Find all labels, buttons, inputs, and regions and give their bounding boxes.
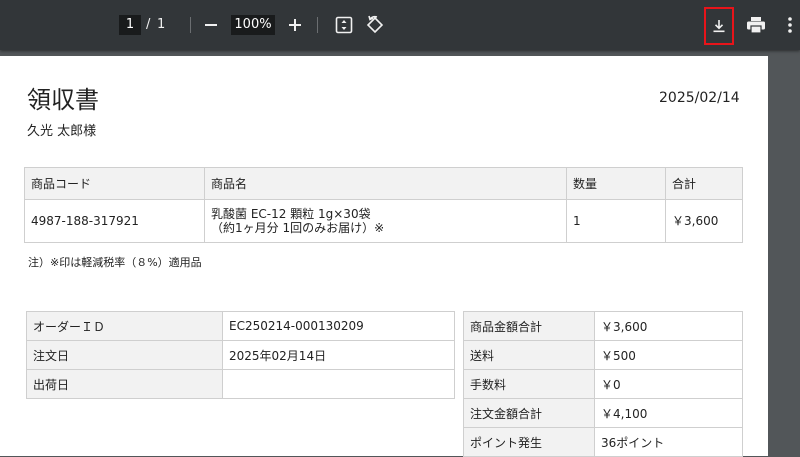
rotate-button[interactable] <box>362 12 388 38</box>
item-name-line: （約1ヶ月分 1回のみお届け）※ <box>211 221 385 235</box>
item-total: ￥3,600 <box>665 199 743 243</box>
totals-label: 手数料 <box>463 369 595 399</box>
table-row: 注文日 2025年02月14日 <box>26 340 455 370</box>
page-total: 1 <box>157 17 166 32</box>
totals-value: ￥3,600 <box>594 311 743 341</box>
totals-label: 商品金額合計 <box>463 311 595 341</box>
toolbar-divider <box>190 17 191 33</box>
minus-icon <box>205 24 217 26</box>
totals-table: 商品金額合計 ￥3,600 送料 ￥500 手数料 ￥0 注文金額合計 ￥4,1… <box>463 311 743 457</box>
order-info-label: オーダーＩＤ <box>26 311 223 341</box>
totals-value: ￥500 <box>594 340 743 370</box>
order-info-label: 出荷日 <box>26 369 223 399</box>
zoom-in-button[interactable] <box>282 12 308 38</box>
zoom-out-button[interactable] <box>198 12 224 38</box>
tax-note: 注）※印は軽減税率（８%）適用品 <box>28 256 202 269</box>
table-row: 注文金額合計 ￥4,100 <box>463 398 743 428</box>
order-info-value <box>222 369 455 399</box>
order-info-value: EC250214-000130209 <box>222 311 455 341</box>
column-header: 商品コード <box>24 167 205 200</box>
viewer-scrollbar[interactable] <box>768 56 800 445</box>
column-header: 数量 <box>566 167 666 200</box>
order-info-label: 注文日 <box>26 340 223 370</box>
print-button[interactable] <box>743 12 769 38</box>
page-separator: / <box>146 17 151 32</box>
table-row: 手数料 ￥0 <box>463 369 743 399</box>
table-row: オーダーＩＤ EC250214-000130209 <box>26 311 455 341</box>
totals-value: 36ポイント <box>594 427 743 457</box>
table-row: 商品金額合計 ￥3,600 <box>463 311 743 341</box>
items-table: 商品コード 商品名 数量 合計 4987-188-317921 乳酸菌 EC-1… <box>24 167 743 243</box>
item-name: 乳酸菌 EC-12 顆粒 1g×30袋 （約1ヶ月分 1回のみお届け）※ <box>204 199 567 243</box>
item-name-line: 乳酸菌 EC-12 顆粒 1g×30袋 <box>211 207 371 221</box>
print-icon <box>747 17 765 34</box>
fit-page-button[interactable] <box>331 12 357 38</box>
table-row: 送料 ￥500 <box>463 340 743 370</box>
table-header-row: 商品コード 商品名 数量 合計 <box>24 167 743 200</box>
document-date: 2025/02/14 <box>659 90 740 106</box>
customer-name: 久光 太郎様 <box>27 124 97 139</box>
totals-label: 送料 <box>463 340 595 370</box>
item-quantity: 1 <box>566 199 666 243</box>
pdf-toolbar: 1 / 1 100% <box>0 0 800 50</box>
totals-value: ￥4,100 <box>594 398 743 428</box>
more-options-button[interactable] <box>780 12 800 38</box>
download-button[interactable] <box>704 7 734 45</box>
plus-icon <box>289 19 301 31</box>
pdf-page: 領収書 2025/02/14 久光 太郎様 商品コード 商品名 数量 合計 49… <box>0 56 768 457</box>
rotate-icon <box>366 15 384 34</box>
item-code: 4987-188-317921 <box>24 199 205 243</box>
more-vert-icon <box>788 17 792 33</box>
totals-label: 注文金額合計 <box>463 398 595 428</box>
table-row: 出荷日 <box>26 369 455 399</box>
column-header: 合計 <box>665 167 743 200</box>
table-row: ポイント発生 36ポイント <box>463 427 743 457</box>
toolbar-divider <box>317 17 318 33</box>
document-title: 領収書 <box>27 86 99 114</box>
download-icon <box>713 20 725 33</box>
order-info-value: 2025年02月14日 <box>222 340 455 370</box>
fit-page-icon <box>335 16 353 34</box>
page-number-input[interactable]: 1 <box>119 15 141 35</box>
totals-value: ￥0 <box>594 369 743 399</box>
table-row: 4987-188-317921 乳酸菌 EC-12 顆粒 1g×30袋 （約1ヶ… <box>24 199 743 243</box>
zoom-level-input[interactable]: 100% <box>231 15 275 35</box>
totals-label: ポイント発生 <box>463 427 595 457</box>
order-info-table: オーダーＩＤ EC250214-000130209 注文日 2025年02月14… <box>26 311 455 399</box>
column-header: 商品名 <box>204 167 567 200</box>
